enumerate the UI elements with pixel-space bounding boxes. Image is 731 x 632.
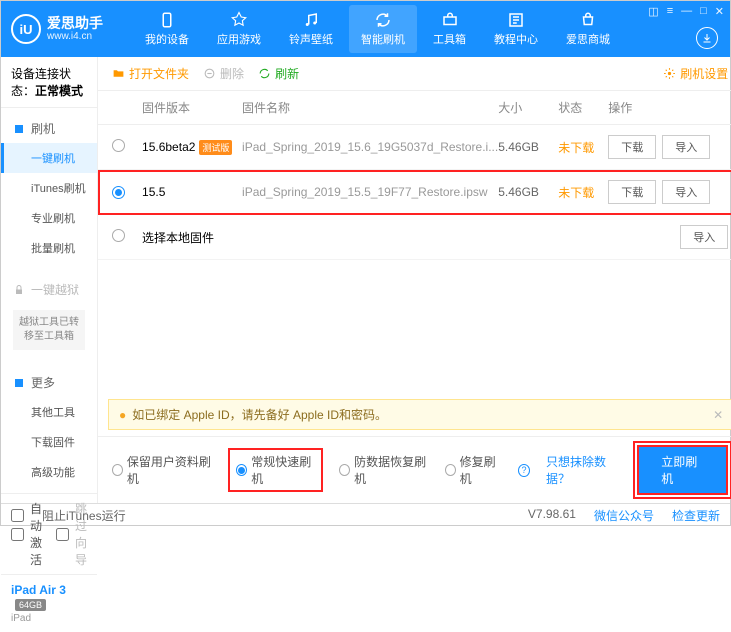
maximize-icon[interactable]: □ [700, 5, 707, 18]
version-label: V7.98.61 [528, 507, 576, 524]
table-row-local[interactable]: 选择本地固件 导入 [98, 215, 731, 260]
import-button[interactable]: 导入 [662, 135, 710, 159]
connection-status: 设备连接状态：正常模式 [1, 57, 97, 108]
check-update-link[interactable]: 检查更新 [672, 507, 720, 524]
side-oneclick-flash[interactable]: 一键刷机 [1, 143, 97, 173]
side-itunes-flash[interactable]: iTunes刷机 [1, 173, 97, 203]
nav-flash[interactable]: 智能刷机 [349, 5, 417, 53]
row-radio[interactable] [112, 139, 125, 152]
minimize-icon[interactable]: — [681, 5, 692, 18]
top-nav: 我的设备 应用游戏 铃声壁纸 智能刷机 工具箱 教程中心 爱思商城 [133, 5, 622, 53]
notice-close-icon[interactable]: ✕ [713, 408, 723, 422]
auto-activate-label: 自动激活 [30, 500, 42, 568]
window-controls: ◫ ≡ — □ ✕ [648, 5, 724, 18]
flash-settings-button[interactable]: 刷机设置 [663, 65, 728, 82]
nav-tutorials[interactable]: 教程中心 [482, 5, 550, 53]
refresh-button[interactable]: 刷新 [258, 65, 299, 82]
table-row[interactable]: 15.5 iPad_Spring_2019_15.5_19F77_Restore… [98, 170, 731, 215]
firmware-name: iPad_Spring_2019_15.6_19G5037d_Restore.i… [242, 140, 498, 154]
app-logo: iU 爱思助手www.i4.cn [11, 14, 103, 44]
beta-tag: 测试版 [199, 140, 232, 155]
delete-button[interactable]: 删除 [203, 65, 244, 82]
auto-activate-checkbox[interactable] [11, 528, 24, 541]
firmware-version: 15.5 [142, 185, 165, 199]
close-icon[interactable]: ✕ [715, 5, 724, 18]
nav-ringtones[interactable]: 铃声壁纸 [277, 5, 345, 53]
firmware-status: 未下载 [558, 184, 608, 201]
side-pro-flash[interactable]: 专业刷机 [1, 203, 97, 233]
device-info[interactable]: iPad Air 364GB iPad [1, 574, 97, 632]
nav-apps[interactable]: 应用游戏 [205, 5, 273, 53]
firmware-status: 未下载 [558, 139, 608, 156]
block-itunes-label: 阻止iTunes运行 [42, 507, 126, 524]
download-button[interactable]: 下载 [608, 180, 656, 204]
open-folder-button[interactable]: 打开文件夹 [112, 65, 189, 82]
mode-repair[interactable]: 修复刷机 [445, 453, 502, 487]
side-advanced[interactable]: 高级功能 [1, 457, 97, 487]
nav-toolbox[interactable]: 工具箱 [421, 5, 478, 53]
firmware-size: 5.46GB [498, 140, 558, 154]
side-group-jailbreak[interactable]: 一键越狱 [1, 275, 97, 304]
firmware-version: 15.6beta2 [142, 140, 195, 154]
warning-icon: ● [119, 408, 126, 422]
firmware-size: 5.46GB [498, 185, 558, 199]
table-row[interactable]: 15.6beta2 测试版 iPad_Spring_2019_15.6_19G50… [98, 125, 731, 170]
row-radio[interactable] [112, 229, 125, 242]
download-icon[interactable] [696, 27, 718, 49]
mode-anti-recovery[interactable]: 防数据恢复刷机 [339, 453, 429, 487]
erase-only-link[interactable]: 只想抹除数据？ [546, 453, 621, 487]
side-group-flash[interactable]: 刷机 [1, 114, 97, 143]
side-download-firmware[interactable]: 下载固件 [1, 427, 97, 457]
row-radio[interactable] [112, 186, 125, 199]
download-button[interactable]: 下载 [608, 135, 656, 159]
flash-now-button[interactable]: 立即刷机 [637, 445, 728, 495]
theme-icon[interactable]: ◫ [648, 5, 658, 18]
skip-guide-checkbox[interactable] [56, 528, 69, 541]
mode-keep-data[interactable]: 保留用户资料刷机 [112, 453, 212, 487]
mode-regular[interactable]: 常规快速刷机 [228, 448, 323, 492]
side-other-tools[interactable]: 其他工具 [1, 397, 97, 427]
side-batch-flash[interactable]: 批量刷机 [1, 233, 97, 263]
table-header: 固件版本固件名称大小状态操作 [98, 91, 731, 125]
wechat-link[interactable]: 微信公众号 [594, 507, 654, 524]
menu-icon[interactable]: ≡ [667, 5, 673, 18]
block-itunes-checkbox[interactable] [11, 509, 24, 522]
nav-my-device[interactable]: 我的设备 [133, 5, 201, 53]
appleid-notice: ● 如已绑定 Apple ID，请先备好 Apple ID和密码。 ✕ [108, 399, 731, 430]
info-icon[interactable]: ? [518, 464, 530, 477]
local-firmware-label: 选择本地固件 [142, 229, 320, 246]
nav-store[interactable]: 爱思商城 [554, 5, 622, 53]
side-group-more[interactable]: 更多 [1, 368, 97, 397]
import-button[interactable]: 导入 [680, 225, 728, 249]
import-button[interactable]: 导入 [662, 180, 710, 204]
firmware-name: iPad_Spring_2019_15.5_19F77_Restore.ipsw [242, 185, 498, 199]
jailbreak-note: 越狱工具已转移至工具箱 [13, 310, 85, 350]
